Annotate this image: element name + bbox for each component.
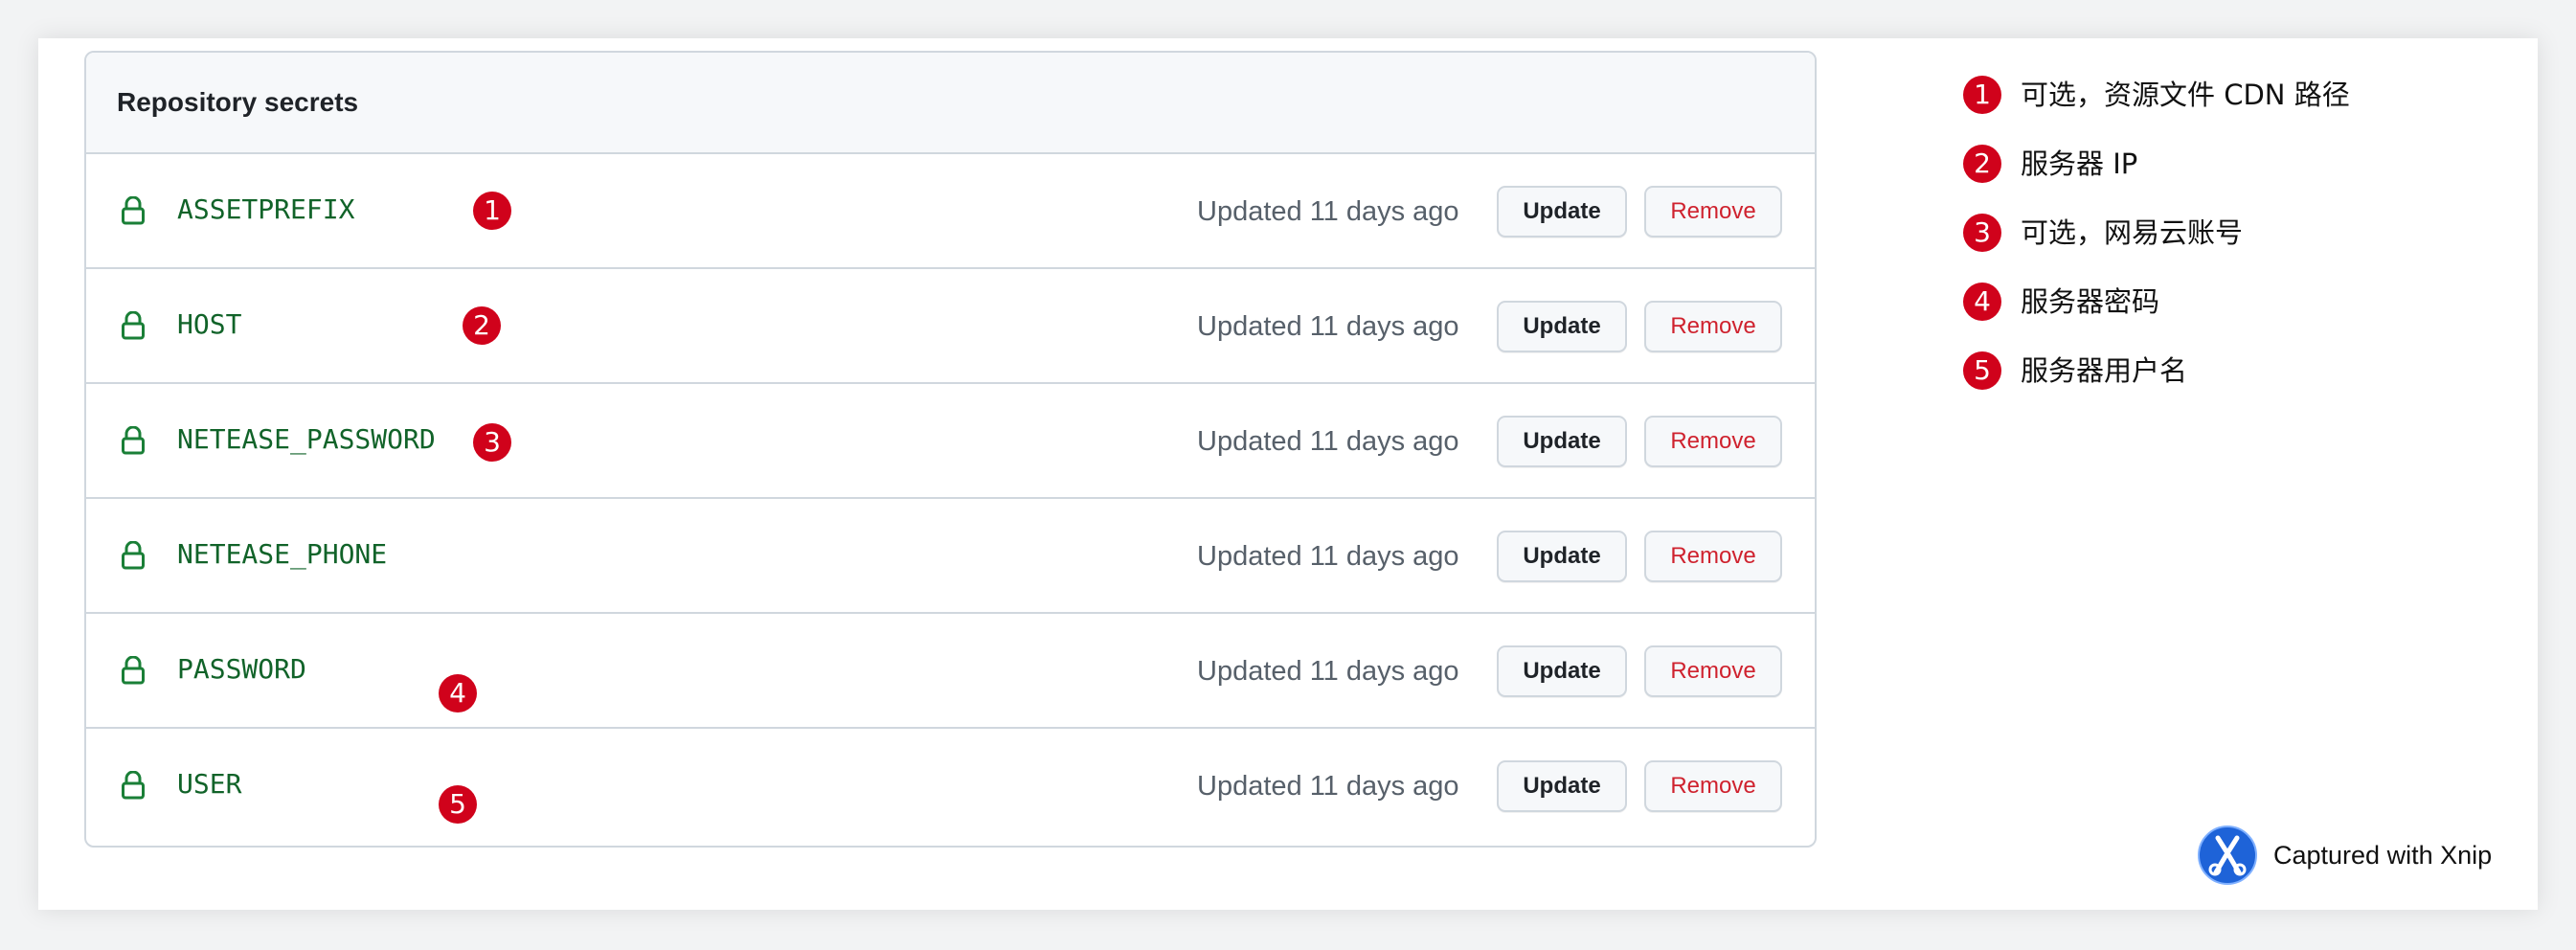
legend-marker: 2: [1963, 145, 2001, 183]
secret-row: ASSETPREFIX Updated 11 days ago Update R…: [86, 154, 1815, 269]
secret-name: NETEASE_PASSWORD: [177, 423, 436, 455]
legend-text: 可选，网易云账号: [2021, 216, 2244, 249]
secret-name: USER: [177, 768, 242, 800]
update-button[interactable]: Update: [1497, 301, 1627, 352]
secret-name: PASSWORD: [177, 653, 306, 685]
legend-text: 服务器用户名: [2021, 354, 2188, 387]
update-button[interactable]: Update: [1497, 760, 1627, 812]
annotation-marker: 2: [463, 306, 501, 345]
secret-row: NETEASE_PASSWORD Updated 11 days ago Upd…: [86, 384, 1815, 499]
secret-name: HOST: [177, 308, 242, 340]
annotation-marker: 1: [473, 192, 511, 230]
panel-header: Repository secrets: [86, 53, 1815, 154]
screenshot-canvas: Repository secrets ASSETPREFIX Updated 1…: [38, 38, 2538, 910]
updated-timestamp: Updated 11 days ago: [1197, 541, 1459, 572]
update-button[interactable]: Update: [1497, 186, 1627, 238]
remove-button[interactable]: Remove: [1644, 186, 1782, 238]
remove-button[interactable]: Remove: [1644, 301, 1782, 352]
annotation-marker: 5: [439, 785, 477, 824]
lock-icon: [122, 196, 145, 225]
lock-icon: [122, 656, 145, 685]
lock-icon: [122, 541, 145, 570]
secret-row: HOST Updated 11 days ago Update Remove: [86, 269, 1815, 384]
panel-title: Repository secrets: [117, 87, 359, 117]
remove-button[interactable]: Remove: [1644, 760, 1782, 812]
updated-timestamp: Updated 11 days ago: [1197, 196, 1459, 227]
lock-icon: [122, 311, 145, 340]
repository-secrets-panel: Repository secrets ASSETPREFIX Updated 1…: [84, 51, 1817, 848]
xnip-watermark: Captured with Xnip: [2197, 824, 2492, 887]
lock-icon: [122, 426, 145, 455]
legend-text: 服务器密码: [2021, 285, 2160, 318]
legend-marker: 4: [1963, 283, 2001, 321]
legend-text: 可选，资源文件 CDN 路径: [2021, 79, 2350, 111]
legend-marker: 5: [1963, 351, 2001, 390]
legend-marker: 1: [1963, 76, 2001, 114]
annotation-marker: 3: [473, 423, 511, 462]
secret-row: NETEASE_PHONE Updated 11 days ago Update…: [86, 499, 1815, 614]
secret-name: ASSETPREFIX: [177, 193, 355, 225]
updated-timestamp: Updated 11 days ago: [1197, 771, 1459, 802]
secret-name: NETEASE_PHONE: [177, 538, 388, 570]
updated-timestamp: Updated 11 days ago: [1197, 426, 1459, 457]
xnip-logo-icon: [2198, 826, 2257, 885]
secret-row: USER Updated 11 days ago Update Remove: [86, 729, 1815, 844]
legend-text: 服务器 IP: [2021, 147, 2138, 180]
lock-icon: [122, 771, 145, 800]
watermark-text: Captured with Xnip: [2273, 840, 2493, 870]
update-button[interactable]: Update: [1497, 416, 1627, 467]
updated-timestamp: Updated 11 days ago: [1197, 311, 1459, 342]
update-button[interactable]: Update: [1497, 645, 1627, 697]
annotation-marker: 4: [439, 674, 477, 712]
legend-marker: 3: [1963, 214, 2001, 252]
remove-button[interactable]: Remove: [1644, 645, 1782, 697]
remove-button[interactable]: Remove: [1644, 531, 1782, 582]
updated-timestamp: Updated 11 days ago: [1197, 656, 1459, 687]
remove-button[interactable]: Remove: [1644, 416, 1782, 467]
update-button[interactable]: Update: [1497, 531, 1627, 582]
secret-row: PASSWORD Updated 11 days ago Update Remo…: [86, 614, 1815, 729]
